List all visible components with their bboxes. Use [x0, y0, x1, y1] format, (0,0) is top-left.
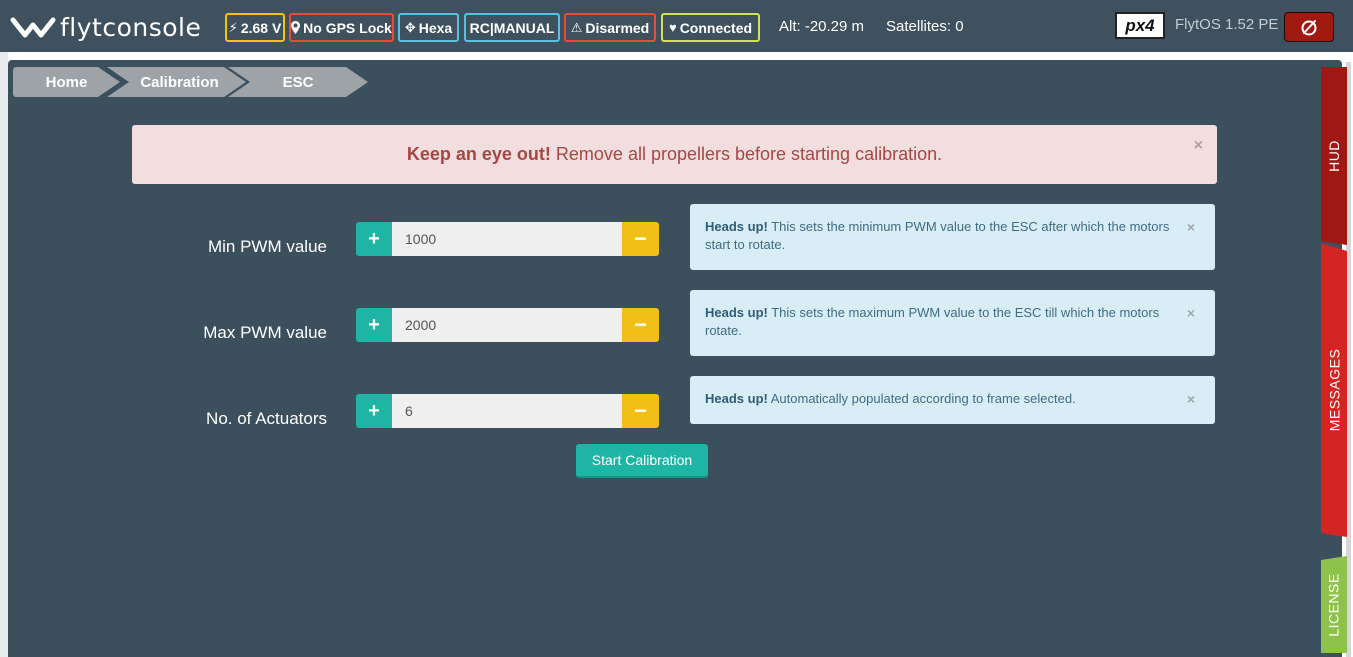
- alert-close-icon[interactable]: ×: [1194, 137, 1203, 155]
- actuators-info-alert: Heads up! Automatically populated accord…: [690, 376, 1215, 424]
- breadcrumb-home[interactable]: Home: [13, 67, 120, 97]
- min-pwm-label: Min PWM value: [207, 237, 327, 256]
- min-pwm-input[interactable]: 1000: [392, 222, 622, 256]
- arm-state-badge: ⚠︎ Disarmed: [564, 13, 656, 42]
- info-title: Heads up!: [705, 391, 768, 406]
- frame-type: Hexa: [418, 19, 453, 36]
- arm-state: Disarmed: [585, 19, 650, 36]
- max-pwm-stepper: + 2000 −: [356, 308, 659, 342]
- actuators-label: No. of Actuators: [206, 409, 327, 428]
- app-logo[interactable]: flytconsole: [10, 10, 201, 44]
- shutdown-button[interactable]: [1284, 12, 1334, 42]
- altitude-readout: Alt: -20.29 m: [779, 18, 865, 35]
- info-close-icon[interactable]: ×: [1187, 218, 1195, 236]
- propeller-warning-alert: Keep an eye out! Remove all propellers b…: [132, 125, 1217, 184]
- min-pwm-increment-button[interactable]: +: [356, 222, 392, 256]
- info-message: Automatically populated according to fra…: [770, 391, 1076, 406]
- hud-tab-label: HUD: [1326, 140, 1342, 172]
- max-pwm-label: Max PWM value: [203, 323, 327, 342]
- actuators-decrement-button[interactable]: −: [622, 394, 659, 428]
- info-message: This sets the minimum PWM value to the E…: [705, 219, 1170, 252]
- bolt-icon: ⚡︎: [228, 19, 238, 35]
- info-close-icon[interactable]: ×: [1187, 390, 1195, 408]
- license-side-tab[interactable]: LICENSE: [1321, 556, 1347, 653]
- hud-side-tab[interactable]: HUD: [1321, 67, 1347, 245]
- max-pwm-info-alert: Heads up! This sets the maximum PWM valu…: [690, 290, 1215, 356]
- max-pwm-increment-button[interactable]: +: [356, 308, 392, 342]
- connection-badge: ♥ Connected: [661, 13, 760, 42]
- top-navbar: flytconsole ⚡︎ 2.68 V No GPS Lock ✥ Hexa…: [0, 0, 1353, 52]
- max-pwm-input[interactable]: 2000: [392, 308, 622, 342]
- actuators-stepper: + 6 −: [356, 394, 659, 428]
- battery-badge: ⚡︎ 2.68 V: [225, 13, 285, 42]
- actuators-increment-button[interactable]: +: [356, 394, 392, 428]
- connection-status: Connected: [679, 19, 753, 36]
- min-pwm-decrement-button[interactable]: −: [622, 222, 659, 256]
- license-tab-label: LICENSE: [1326, 572, 1343, 637]
- min-pwm-info-alert: Heads up! This sets the minimum PWM valu…: [690, 204, 1215, 270]
- info-title: Heads up!: [705, 219, 768, 234]
- alert-message: Remove all propellers before starting ca…: [555, 144, 943, 164]
- warning-icon: ⚠︎: [570, 19, 583, 35]
- px4-logo: px4: [1115, 12, 1165, 39]
- actuators-input[interactable]: 6: [392, 394, 622, 428]
- battery-voltage: 2.68 V: [240, 19, 282, 36]
- version-label: FlytOS 1.52 PE: [1175, 16, 1279, 33]
- gps-badge: No GPS Lock: [289, 13, 394, 42]
- map-marker-icon: [291, 21, 301, 34]
- flyt-logo-icon: [10, 17, 56, 38]
- power-icon: [1301, 20, 1317, 36]
- satellites-readout: Satellites: 0: [886, 18, 964, 35]
- info-message: This sets the maximum PWM value to the E…: [705, 305, 1160, 338]
- min-pwm-stepper: + 1000 −: [356, 222, 659, 256]
- left-gutter: [0, 52, 8, 657]
- info-title: Heads up!: [705, 305, 768, 320]
- messages-tab-label: MESSAGES: [1326, 348, 1342, 432]
- alert-title: Keep an eye out!: [406, 144, 551, 164]
- max-pwm-decrement-button[interactable]: −: [622, 308, 659, 342]
- rc-mode: RC|MANUAL: [469, 19, 555, 36]
- messages-side-tab[interactable]: MESSAGES: [1321, 243, 1347, 537]
- start-calibration-button[interactable]: Start Calibration: [576, 444, 708, 478]
- move-arrows-icon: ✥: [404, 19, 416, 35]
- brand-name: flytconsole: [60, 12, 202, 42]
- rc-mode-badge: RC|MANUAL: [464, 13, 560, 42]
- info-close-icon[interactable]: ×: [1187, 304, 1195, 322]
- heart-icon: ♥: [668, 20, 677, 35]
- gps-status: No GPS Lock: [303, 19, 392, 36]
- frame-badge: ✥ Hexa: [398, 13, 459, 42]
